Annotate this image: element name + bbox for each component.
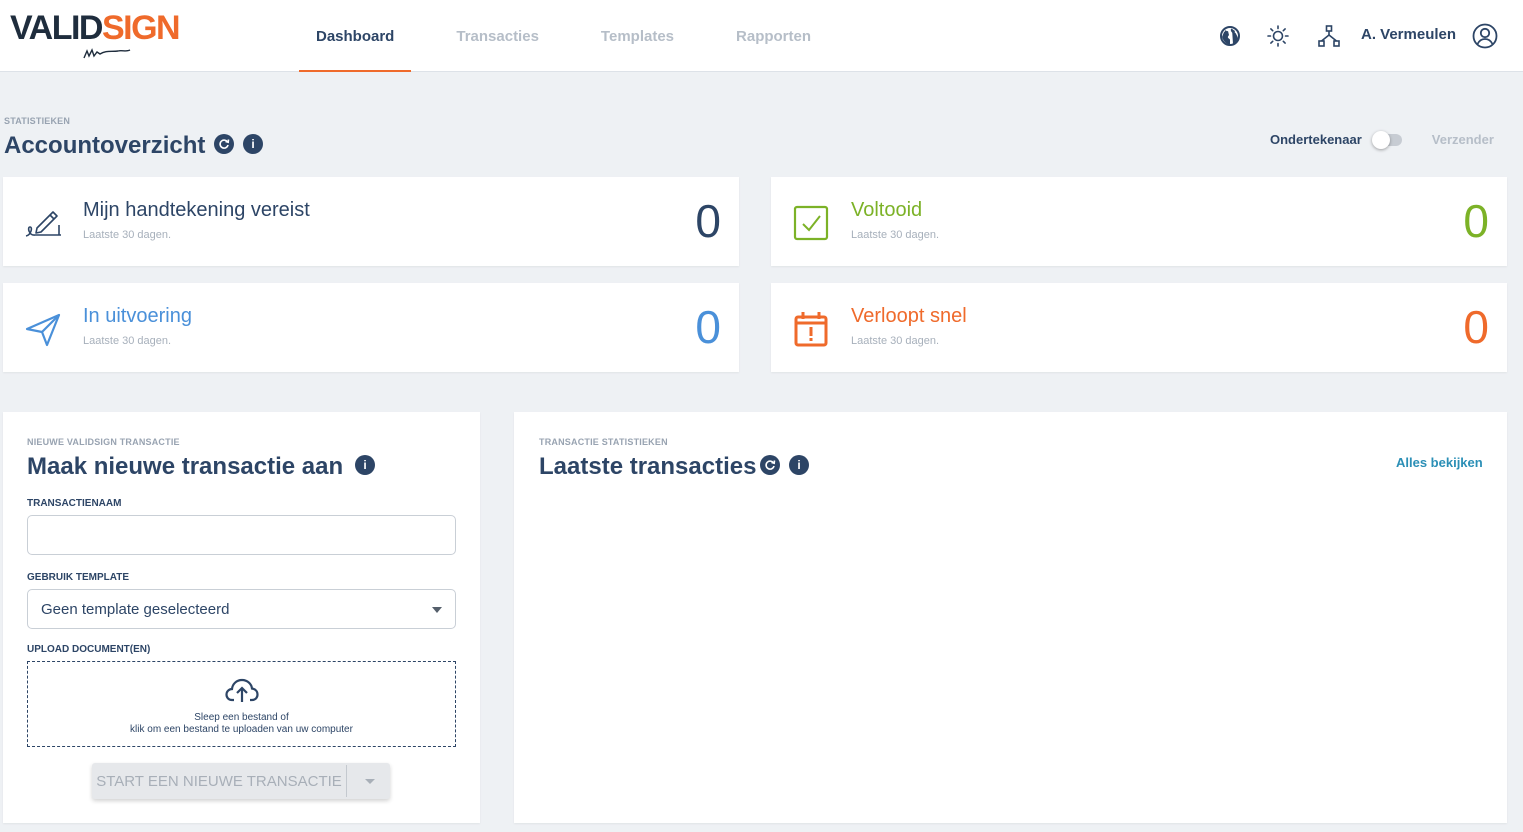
role-toggle: Ondertekenaar Verzender (1270, 130, 1494, 149)
cloud-upload-icon (225, 678, 259, 702)
chevron-down-icon (432, 607, 442, 613)
stat-title: In uitvoering (83, 305, 192, 327)
stat-card-signature-required[interactable]: Mijn handtekening vereist Laatste 30 dag… (3, 177, 739, 266)
transaction-name-input[interactable] (27, 515, 456, 555)
globe-icon[interactable] (1218, 24, 1242, 48)
latest-transactions-eyebrow: TRANSACTIE STATISTIEKEN (539, 437, 668, 447)
stat-subtitle: Laatste 30 dagen. (851, 229, 940, 241)
stat-card-expiring-soon[interactable]: Verloopt snel Laatste 30 dagen. 0 (771, 283, 1507, 372)
upload-dropzone[interactable]: Sleep een bestand of klik om een bestand… (27, 661, 456, 747)
upload-hint-line1: Sleep een bestand of (194, 712, 289, 723)
user-name[interactable]: A. Vermeulen (1361, 26, 1456, 43)
stat-title: Verloopt snel (851, 305, 967, 327)
caret-down-icon (365, 779, 375, 784)
brightness-icon[interactable] (1266, 24, 1290, 48)
stat-title: Mijn handtekening vereist (83, 199, 310, 221)
toggle-label-signer: Ondertekenaar (1270, 132, 1362, 147)
info-icon[interactable]: i (243, 134, 263, 154)
latest-transactions-title: Laatste transacties (539, 453, 757, 480)
refresh-icon[interactable] (214, 134, 234, 154)
upload-label: UPLOAD DOCUMENT(EN) (27, 644, 151, 655)
signature-scribble-icon (83, 48, 131, 59)
top-navbar: VALIDSIGN Dashboard Transacties Template… (0, 0, 1523, 72)
stat-value: 0 (695, 301, 721, 353)
view-all-link[interactable]: Alles bekijken (1396, 455, 1483, 470)
info-icon[interactable]: i (355, 455, 375, 475)
role-switch[interactable] (1371, 130, 1402, 149)
calendar-alert-icon (794, 312, 828, 347)
transaction-name-label: TRANSACTIENAAM (27, 498, 122, 509)
info-icon[interactable]: i (789, 455, 809, 475)
upload-hint-line2: klik om een bestand te uploaden van uw c… (130, 724, 353, 735)
stat-value: 0 (1463, 195, 1489, 247)
signature-icon (25, 211, 61, 237)
paper-plane-icon (25, 313, 61, 347)
template-select-value: Geen template geselecteerd (41, 600, 230, 618)
stat-subtitle: Laatste 30 dagen. (83, 335, 172, 347)
refresh-icon[interactable] (760, 455, 780, 475)
new-transaction-title: Maak nieuwe transactie aan (27, 453, 344, 480)
stat-card-in-progress[interactable]: In uitvoering Laatste 30 dagen. 0 (3, 283, 739, 372)
start-transaction-button[interactable]: START EEN NIEUWE TRANSACTIE (92, 763, 346, 799)
main-nav: Dashboard Transacties Templates Rapporte… (299, 0, 856, 72)
start-transaction-dropdown[interactable] (347, 763, 390, 799)
page-title: Accountoverzicht (4, 132, 206, 159)
checkbox-icon (793, 205, 829, 241)
stat-value: 0 (695, 195, 721, 247)
stat-subtitle: Laatste 30 dagen. (83, 229, 172, 241)
toggle-label-sender: Verzender (1431, 132, 1494, 147)
validsign-logo[interactable]: VALIDSIGN (10, 8, 200, 63)
network-icon[interactable] (1317, 24, 1341, 48)
template-select[interactable]: Geen template geselecteerd (27, 589, 456, 629)
new-transaction-eyebrow: NIEUWE VALIDSIGN TRANSACTIE (27, 437, 180, 447)
nav-tab-dashboard[interactable]: Dashboard (299, 0, 412, 72)
template-label: GEBRUIK TEMPLATE (27, 572, 130, 583)
start-transaction-split-button: START EEN NIEUWE TRANSACTIE (92, 763, 390, 799)
nav-tab-transacties[interactable]: Transacties (439, 0, 556, 72)
stat-value: 0 (1463, 301, 1489, 353)
stat-card-completed[interactable]: Voltooid Laatste 30 dagen. 0 (771, 177, 1507, 266)
nav-tab-templates[interactable]: Templates (584, 0, 691, 72)
user-circle-icon[interactable] (1472, 23, 1498, 49)
nav-tab-rapporten[interactable]: Rapporten (719, 0, 828, 72)
stat-subtitle: Laatste 30 dagen. (851, 335, 940, 347)
stat-title: Voltooid (851, 199, 923, 221)
stats-eyebrow: STATISTIEKEN (4, 116, 71, 126)
